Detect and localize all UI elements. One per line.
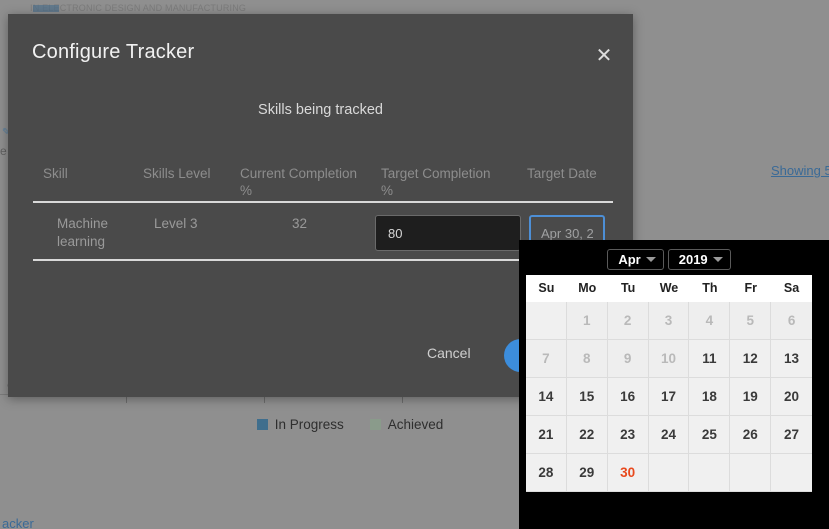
- calendar-day: 1: [566, 302, 608, 340]
- table-header-row: Skill Skills Level Current Completion % …: [33, 159, 613, 203]
- screen: IN ELECTRONIC DESIGN AND MANUFACTURING ✎…: [0, 0, 829, 529]
- calendar-day[interactable]: 30: [607, 454, 649, 492]
- modal-title: Configure Tracker: [32, 41, 195, 63]
- day-name: Fr: [744, 281, 757, 295]
- calendar-day[interactable]: 24: [648, 416, 690, 454]
- calendar-day: 8: [566, 340, 608, 378]
- calendar-day[interactable]: 21: [526, 416, 567, 454]
- showing-results-link[interactable]: Showing 5 T: [771, 163, 829, 178]
- column-header-current-line1: Current Completion: [240, 166, 358, 181]
- calendar-day[interactable]: 12: [730, 340, 772, 378]
- column-header-current-completion: Current Completion %: [240, 165, 380, 199]
- background-bottom-text: acker: [2, 516, 34, 529]
- day-name-row: Su Mo Tu We Th Fr Sa: [526, 275, 812, 302]
- background-edge-letter: e: [0, 144, 7, 158]
- calendar-day[interactable]: 13: [771, 340, 812, 378]
- calendar-day-empty: [730, 454, 772, 492]
- column-header-current-line2: %: [240, 183, 253, 198]
- month-select[interactable]: Apr: [607, 248, 664, 270]
- year-select-value: 2019: [678, 251, 708, 267]
- legend-swatch-icon: [256, 419, 268, 430]
- cell-skill: Machine learning: [57, 215, 137, 251]
- day-name: Su: [538, 281, 555, 295]
- calendar-week-row: 7 8 9 10 11 12 13: [526, 340, 812, 378]
- calendar-day[interactable]: 28: [526, 454, 567, 492]
- calendar-day-empty: [689, 454, 731, 492]
- calendar-week-row: 123456: [526, 302, 812, 340]
- calendar-day[interactable]: 22: [566, 416, 608, 454]
- background-top-text: IN ELECTRONIC DESIGN AND MANUFACTURING: [30, 3, 247, 13]
- column-header-target-line1: Target Completion: [381, 166, 491, 181]
- column-header-target-line2: %: [381, 183, 394, 198]
- modal-subtitle: Skills being tracked: [258, 102, 383, 118]
- cell-current-completion: 32: [292, 216, 308, 231]
- legend-item-achieved[interactable]: Achieved: [369, 417, 444, 432]
- cell-skill-line2: learning: [57, 234, 106, 249]
- legend-swatch-icon: [369, 419, 381, 430]
- column-header-target-completion: Target Completion %: [381, 165, 521, 199]
- calendar-day: 3: [648, 302, 690, 340]
- date-picker-header: Apr 2019: [526, 247, 812, 275]
- calendar-day-empty: [771, 454, 812, 492]
- calendar-day[interactable]: 16: [607, 378, 649, 416]
- day-name: Sa: [783, 281, 800, 295]
- calendar-day: 9: [607, 340, 649, 378]
- calendar-day[interactable]: 29: [566, 454, 608, 492]
- day-name: Tu: [620, 281, 636, 295]
- legend-item-in-progress[interactable]: In Progress: [256, 417, 344, 432]
- calendar-day[interactable]: 26: [730, 416, 772, 454]
- background-top-swatch: [33, 5, 59, 12]
- calendar-day[interactable]: 18: [689, 378, 731, 416]
- calendar-day: 5: [730, 302, 772, 340]
- year-select[interactable]: 2019: [667, 248, 731, 270]
- column-header-skill: Skill: [43, 166, 68, 181]
- column-header-target-date: Target Date: [527, 166, 597, 181]
- calendar-day[interactable]: 25: [689, 416, 731, 454]
- chevron-down-icon: [712, 257, 723, 262]
- date-picker-weeks: 1 2 3 4 5 6 7 8 9 10 11 12 13 14 15 16 17 18 19 20 21 22 23 24 2…: [526, 302, 812, 492]
- calendar-day[interactable]: 17: [648, 378, 690, 416]
- calendar-day[interactable]: 14: [526, 378, 567, 416]
- calendar-day: 7: [526, 340, 567, 378]
- calendar-day: 4: [689, 302, 731, 340]
- legend-label: In Progress: [274, 417, 344, 432]
- calendar-day-empty: [526, 302, 567, 340]
- cell-skill-line1: Machine: [57, 216, 109, 231]
- calendar-week-row: 21 22 23 24 25 26 27: [526, 416, 812, 454]
- date-picker-popup: Apr 2019 Su Mo Tu We Th Fr Sa 1234567891…: [519, 240, 829, 529]
- month-select-value: Apr: [618, 251, 641, 267]
- column-header-skills-level: Skills Level: [143, 166, 211, 181]
- cancel-button[interactable]: Cancel: [427, 345, 471, 361]
- calendar-day[interactable]: 20: [771, 378, 812, 416]
- chevron-down-icon: [645, 257, 656, 262]
- calendar-day[interactable]: 15: [566, 378, 608, 416]
- close-icon[interactable]: ✕: [591, 44, 617, 70]
- calendar-day[interactable]: 19: [730, 378, 772, 416]
- calendar-day: 6: [771, 302, 812, 340]
- calendar-week-row: 14 15 16 17 18 19 20: [526, 378, 812, 416]
- calendar-week-row: 28 29 30: [526, 454, 812, 492]
- target-completion-input[interactable]: [375, 215, 521, 251]
- day-name: Mo: [578, 281, 597, 295]
- calendar-day[interactable]: 11: [689, 340, 731, 378]
- legend-label: Achieved: [387, 417, 444, 432]
- calendar-day[interactable]: 27: [771, 416, 812, 454]
- cell-skills-level: Level 3: [154, 216, 198, 231]
- calendar-day: 2: [607, 302, 649, 340]
- day-name: We: [659, 281, 679, 295]
- calendar-day[interactable]: 23: [607, 416, 649, 454]
- date-picker-grid: Su Mo Tu We Th Fr Sa 1 2 3 4 5 6 7 8 9 10 11 12 13 14…: [526, 275, 812, 492]
- calendar-day-empty: [648, 454, 690, 492]
- calendar-day: 10: [648, 340, 690, 378]
- day-name: Th: [702, 281, 718, 295]
